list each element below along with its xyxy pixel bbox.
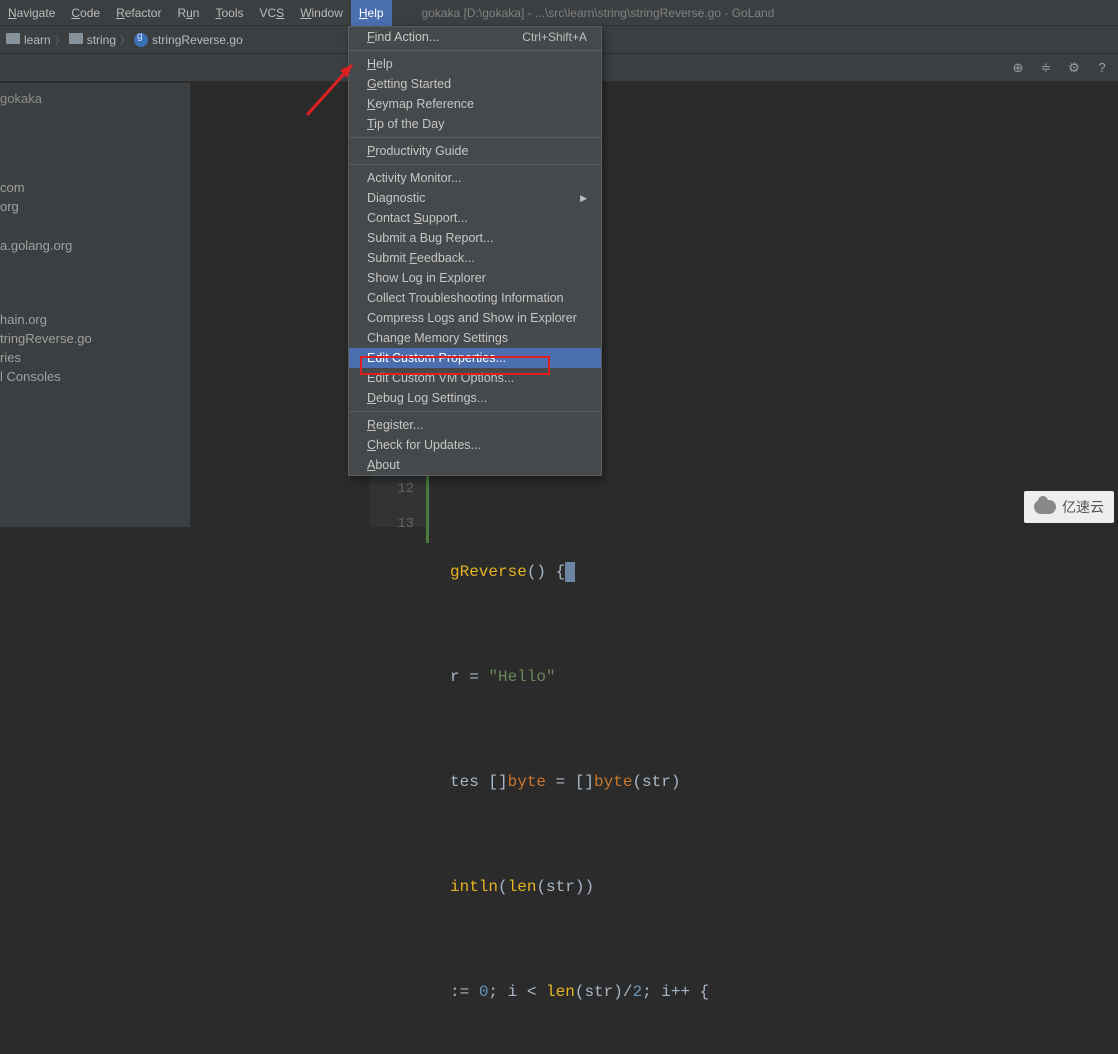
tree-item[interactable]: com xyxy=(0,178,190,197)
gear-icon[interactable]: ⚙ xyxy=(1066,60,1082,76)
tree-item[interactable]: org xyxy=(0,197,190,216)
menu-tools[interactable]: Tools xyxy=(207,0,251,26)
breadcrumb-file[interactable]: stringReverse.go xyxy=(134,33,243,47)
chevron-icon: 〉 xyxy=(120,32,130,47)
caret xyxy=(565,562,575,582)
menu-code[interactable]: Code xyxy=(63,0,108,26)
menu-item-register[interactable]: Register... xyxy=(349,415,601,435)
menu-item-submit-bug[interactable]: Submit a Bug Report... xyxy=(349,228,601,248)
tree-item[interactable]: ries xyxy=(0,348,190,367)
menu-item-edit-custom-properties[interactable]: Edit Custom Properties... xyxy=(349,348,601,368)
menu-vcs[interactable]: VCS xyxy=(252,0,293,26)
menu-item-edit-custom-vm[interactable]: Edit Custom VM Options... xyxy=(349,368,601,388)
tree-item[interactable]: l Consoles xyxy=(0,367,190,386)
chevron-icon: 〉 xyxy=(55,32,65,47)
go-file-icon xyxy=(134,33,148,47)
menu-item-show-log[interactable]: Show Log in Explorer xyxy=(349,268,601,288)
locate-icon[interactable]: ⊕ xyxy=(1010,60,1026,76)
vcs-change-bar xyxy=(426,473,429,543)
menu-item-getting-started[interactable]: Getting Started xyxy=(349,74,601,94)
menu-item-about[interactable]: About xyxy=(349,455,601,475)
main-menubar: Navigate Code Refactor Run Tools VCS Win… xyxy=(0,0,1118,26)
breadcrumb-folder-string[interactable]: string xyxy=(69,33,116,47)
menu-item-diagnostic[interactable]: Diagnostic▶ xyxy=(349,188,601,208)
menu-navigate[interactable]: Navigate xyxy=(0,0,63,26)
settings-icon[interactable]: ≑ xyxy=(1038,60,1054,76)
menu-item-change-memory[interactable]: Change Memory Settings xyxy=(349,328,601,348)
menu-item-collect-troubleshooting[interactable]: Collect Troubleshooting Information xyxy=(349,288,601,308)
tree-item[interactable]: hain.org xyxy=(0,310,190,329)
menu-item-check-updates[interactable]: Check for Updates... xyxy=(349,435,601,455)
menu-item-productivity[interactable]: Productivity Guide xyxy=(349,141,601,161)
menu-item-contact-support[interactable]: Contact Support... xyxy=(349,208,601,228)
menu-item-help[interactable]: Help xyxy=(349,54,601,74)
menu-item-debug-log[interactable]: Debug Log Settings... xyxy=(349,388,601,408)
window-title: gokaka [D:\gokaka] - ...\src\learn\strin… xyxy=(422,6,775,20)
menu-item-keymap-reference[interactable]: Keymap Reference xyxy=(349,94,601,114)
menu-help[interactable]: Help xyxy=(351,0,392,26)
cloud-icon xyxy=(1034,500,1056,514)
help-icon[interactable]: ? xyxy=(1094,60,1110,76)
watermark: 亿速云 xyxy=(1024,491,1114,523)
menu-item-activity-monitor[interactable]: Activity Monitor... xyxy=(349,168,601,188)
menu-item-submit-feedback[interactable]: Submit Feedback... xyxy=(349,248,601,268)
tree-item[interactable]: tringReverse.go xyxy=(0,329,190,348)
project-root-label: gokaka xyxy=(0,89,190,108)
folder-icon xyxy=(6,33,20,47)
menu-run[interactable]: Run xyxy=(169,0,207,26)
menu-refactor[interactable]: Refactor xyxy=(108,0,169,26)
breadcrumb-folder-learn[interactable]: learn xyxy=(6,33,51,47)
project-tree[interactable]: gokaka com org a.golang.org hain.org tri… xyxy=(0,83,190,527)
menu-window[interactable]: Window xyxy=(292,0,351,26)
chevron-right-icon: ▶ xyxy=(580,193,587,204)
help-dropdown: Find Action... Ctrl+Shift+A Help Getting… xyxy=(348,26,602,476)
menu-item-find-action[interactable]: Find Action... Ctrl+Shift+A xyxy=(349,27,601,47)
tree-item[interactable]: a.golang.org xyxy=(0,236,190,255)
menu-item-tip-of-day[interactable]: Tip of the Day xyxy=(349,114,601,134)
folder-icon xyxy=(69,33,83,47)
menu-item-compress-logs[interactable]: Compress Logs and Show in Explorer xyxy=(349,308,601,328)
